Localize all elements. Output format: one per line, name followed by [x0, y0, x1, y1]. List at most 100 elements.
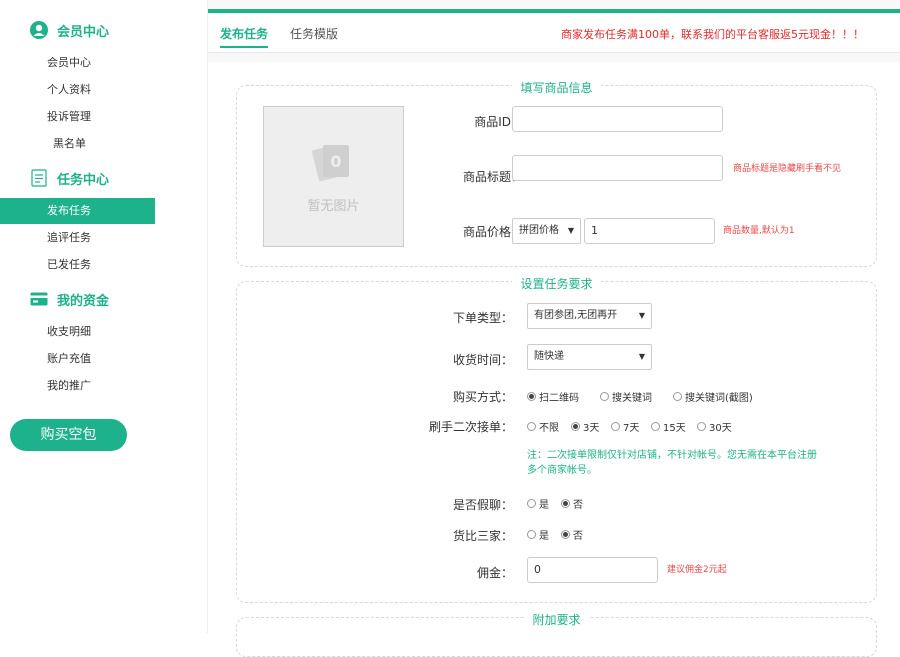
radio-dot [527, 422, 536, 431]
buy-method-label: 购买方式： [452, 390, 513, 404]
product-title-label: 商品标题： [462, 170, 523, 184]
second-order-note-line-1: 注：二次接单限制仅针对店铺，不针对帐号。您无需在本平台注册 [527, 450, 817, 461]
radio-label: 是 [539, 531, 549, 542]
section-legend: 设置任务要求 [512, 277, 601, 291]
svg-text:0: 0 [330, 152, 341, 171]
sidebar-item-member-center[interactable]: 会员中心 [0, 50, 155, 76]
product-info-section: 填写商品信息 0 暂无图片 商品ID： 商品标题： 商品标题是隐藏刷手看不见 商… [236, 81, 877, 267]
product-image-placeholder[interactable]: 0 暂无图片 [263, 106, 404, 247]
product-price-input[interactable]: 1 [584, 218, 715, 244]
sidebar-item-promotion[interactable]: 我的推广 [0, 373, 155, 399]
receive-time-value: 随快递 [534, 351, 564, 362]
compare-label: 货比三家： [452, 529, 513, 543]
second-order-option[interactable]: 15天 [651, 419, 686, 434]
buy-method-option[interactable]: 搜关键词 [600, 389, 652, 404]
task-requirements-section: 设置任务要求 下单类型： 有团参团,无团再开 ▼ 收货时间： 随快递 ▼ 购买方… [236, 277, 877, 603]
image-placeholder-icon: 0 [311, 139, 357, 189]
tab-bar: 发布任务 任务模版 商家发布任务满100单，联系我们的平台客服返5元现金！！！ [208, 13, 900, 53]
radio-dot [611, 422, 620, 431]
product-price-label: 商品价格： [462, 225, 523, 239]
receive-time-select[interactable]: 随快递 ▼ [527, 344, 652, 370]
sidebar-item-profile[interactable]: 个人资料 [0, 77, 155, 103]
compare-option[interactable]: 否 [561, 527, 583, 542]
sidebar-item-recharge[interactable]: 账户充值 [0, 346, 155, 372]
radio-dot [673, 392, 682, 401]
second-order-option[interactable]: 不限 [527, 419, 559, 434]
commission-label: 佣金： [476, 566, 513, 580]
commission-hint: 建议佣金2元起 [667, 565, 727, 575]
sidebar-item-publish-task[interactable]: 发布任务 [0, 198, 155, 224]
radio-dot [561, 499, 570, 508]
radio-dot [571, 422, 580, 431]
second-order-option[interactable]: 3天 [571, 419, 599, 434]
radio-dot [527, 530, 536, 539]
task-list-icon [30, 169, 48, 187]
chevron-down-icon: ▼ [638, 311, 645, 320]
sidebar-heading-funds[interactable]: 我的资金 [30, 288, 109, 310]
second-order-label: 刷手二次接单： [428, 420, 513, 434]
content-area: 填写商品信息 0 暂无图片 商品ID： 商品标题： 商品标题是隐藏刷手看不见 商… [208, 62, 900, 657]
radio-dot [651, 422, 660, 431]
radio-label: 否 [573, 531, 583, 542]
order-type-select[interactable]: 有团参团,无团再开 ▼ [527, 303, 652, 329]
sidebar: 会员中心 会员中心 个人资料 投诉管理 黑名单 任务中心 发布任务 追评任务 已… [0, 0, 208, 633]
promo-notice: 商家发布任务满100单，联系我们的平台客服返5元现金！！！ [561, 28, 864, 41]
radio-dot [561, 530, 570, 539]
product-title-hint: 商品标题是隐藏刷手看不见 [733, 164, 842, 174]
radio-label: 否 [573, 500, 583, 511]
radio-label: 15天 [663, 423, 686, 434]
fake-chat-option[interactable]: 否 [561, 496, 583, 511]
no-image-text: 暂无图片 [307, 199, 360, 214]
wallet-icon [30, 290, 48, 308]
compare-option[interactable]: 是 [527, 527, 549, 542]
buy-method-option[interactable]: 搜关键词(截图) [673, 389, 753, 404]
section-legend: 附加要求 [524, 613, 589, 627]
radio-label: 扫二维码 [539, 393, 579, 404]
tab-publish-task[interactable]: 发布任务 [220, 25, 269, 48]
radio-dot [697, 422, 706, 431]
extra-requirements-section: 附加要求 [236, 613, 877, 657]
second-order-note-line-2: 多个商家帐号。 [527, 465, 597, 476]
section-legend: 填写商品信息 [512, 81, 601, 95]
second-order-option[interactable]: 30天 [697, 419, 732, 434]
price-type-value: 拼团价格 [519, 225, 559, 236]
radio-dot [600, 392, 609, 401]
receive-time-label: 收货时间： [452, 353, 513, 367]
sidebar-item-blacklist[interactable]: 黑名单 [0, 131, 155, 157]
product-price-hint: 商品数量,默认为1 [723, 226, 795, 236]
radio-dot [527, 499, 536, 508]
sidebar-item-follow-review[interactable]: 追评任务 [0, 225, 155, 251]
buy-empty-package-button[interactable]: 购买空包 [10, 419, 127, 451]
radio-dot [527, 392, 536, 401]
main-panel: 发布任务 任务模版 商家发布任务满100单，联系我们的平台客服返5元现金！！！ … [208, 0, 900, 657]
sidebar-item-published-tasks[interactable]: 已发任务 [0, 252, 155, 278]
radio-label: 30天 [709, 423, 732, 434]
radio-label: 不限 [539, 423, 559, 434]
chevron-down-icon: ▼ [638, 352, 645, 361]
radio-label: 3天 [583, 423, 600, 434]
price-type-select[interactable]: 拼团价格 ▼ [512, 218, 581, 244]
order-type-value: 有团参团,无团再开 [534, 310, 618, 321]
sidebar-item-complaints[interactable]: 投诉管理 [0, 104, 155, 130]
commission-input[interactable]: 0 [527, 557, 658, 583]
sidebar-heading-task[interactable]: 任务中心 [30, 167, 109, 189]
radio-label: 搜关键词 [612, 393, 652, 404]
second-order-option[interactable]: 7天 [611, 419, 639, 434]
sidebar-item-transactions[interactable]: 收支明细 [0, 319, 155, 345]
product-id-input[interactable] [512, 106, 723, 132]
radio-label: 是 [539, 500, 549, 511]
radio-label: 搜关键词(截图) [685, 393, 753, 404]
order-type-label: 下单类型： [452, 311, 513, 325]
product-id-label: 商品ID： [474, 115, 523, 129]
fake-chat-label: 是否假聊： [452, 498, 513, 512]
sidebar-heading-member[interactable]: 会员中心 [30, 19, 109, 41]
sidebar-heading-label: 会员中心 [57, 24, 110, 40]
buy-method-option[interactable]: 扫二维码 [527, 389, 579, 404]
fake-chat-option[interactable]: 是 [527, 496, 549, 511]
tab-task-template[interactable]: 任务模版 [290, 25, 338, 42]
chevron-down-icon: ▼ [567, 226, 574, 235]
sidebar-heading-label: 我的资金 [57, 293, 110, 309]
sidebar-heading-label: 任务中心 [57, 172, 110, 188]
radio-label: 7天 [623, 423, 640, 434]
user-icon [30, 21, 48, 39]
